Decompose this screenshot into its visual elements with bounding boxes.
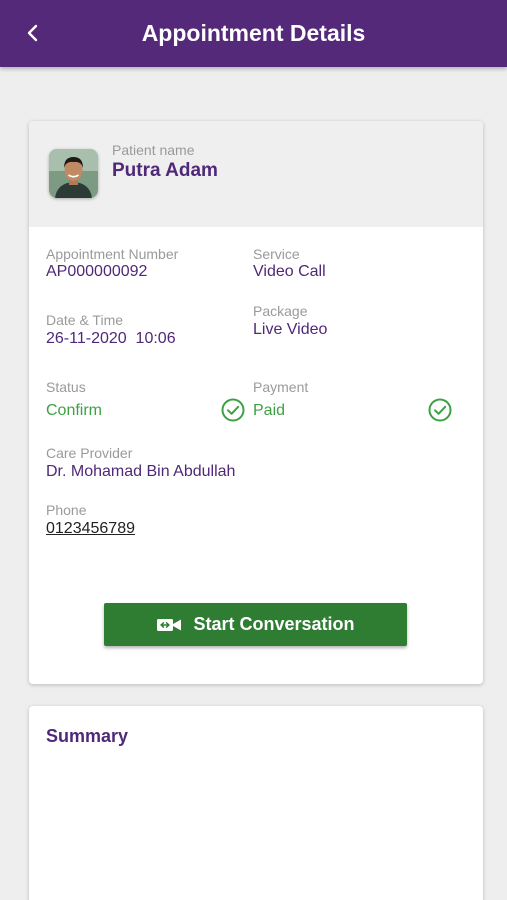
status-check-icon — [221, 398, 245, 422]
video-call-icon — [157, 618, 182, 631]
patient-header: Patient name Putra Adam — [29, 121, 483, 227]
app-bar: Appointment Details — [0, 0, 507, 67]
summary-title: Summary — [46, 726, 129, 746]
service-label: Service — [253, 246, 300, 262]
payment-label: Payment — [253, 379, 309, 395]
patient-photo — [49, 149, 98, 198]
status-label: Status — [46, 379, 86, 395]
start-conversation-label: Start Conversation — [193, 614, 355, 634]
date-time-label: Date & Time — [46, 312, 124, 328]
phone-label: Phone — [46, 502, 87, 518]
avatar[interactable] — [49, 149, 98, 198]
patient-name: Putra Adam — [112, 160, 218, 181]
package-label: Package — [253, 303, 308, 319]
date-time-value: 26-11-2020 10:06 — [46, 330, 176, 347]
summary-card: Summary — [29, 706, 483, 900]
appointment-number-value: AP000000092 — [46, 263, 148, 280]
phone-link[interactable]: 0123456789 — [46, 520, 135, 538]
payment-check-icon — [428, 398, 452, 422]
care-provider-value: Dr. Mohamad Bin Abdullah — [46, 463, 236, 480]
status-value: Confirm — [46, 402, 103, 419]
appointment-card: Patient name Putra Adam Appointment Numb… — [29, 121, 483, 684]
patient-name-label: Patient name — [112, 142, 195, 158]
care-provider-label: Care Provider — [46, 445, 133, 461]
start-conversation-button[interactable]: Start Conversation — [104, 603, 407, 646]
page-title: Appointment Details — [141, 20, 366, 46]
payment-value: Paid — [253, 402, 286, 419]
service-value: Video Call — [253, 263, 326, 280]
appointment-number-label: Appointment Number — [46, 246, 179, 262]
package-value: Live Video — [253, 321, 328, 338]
